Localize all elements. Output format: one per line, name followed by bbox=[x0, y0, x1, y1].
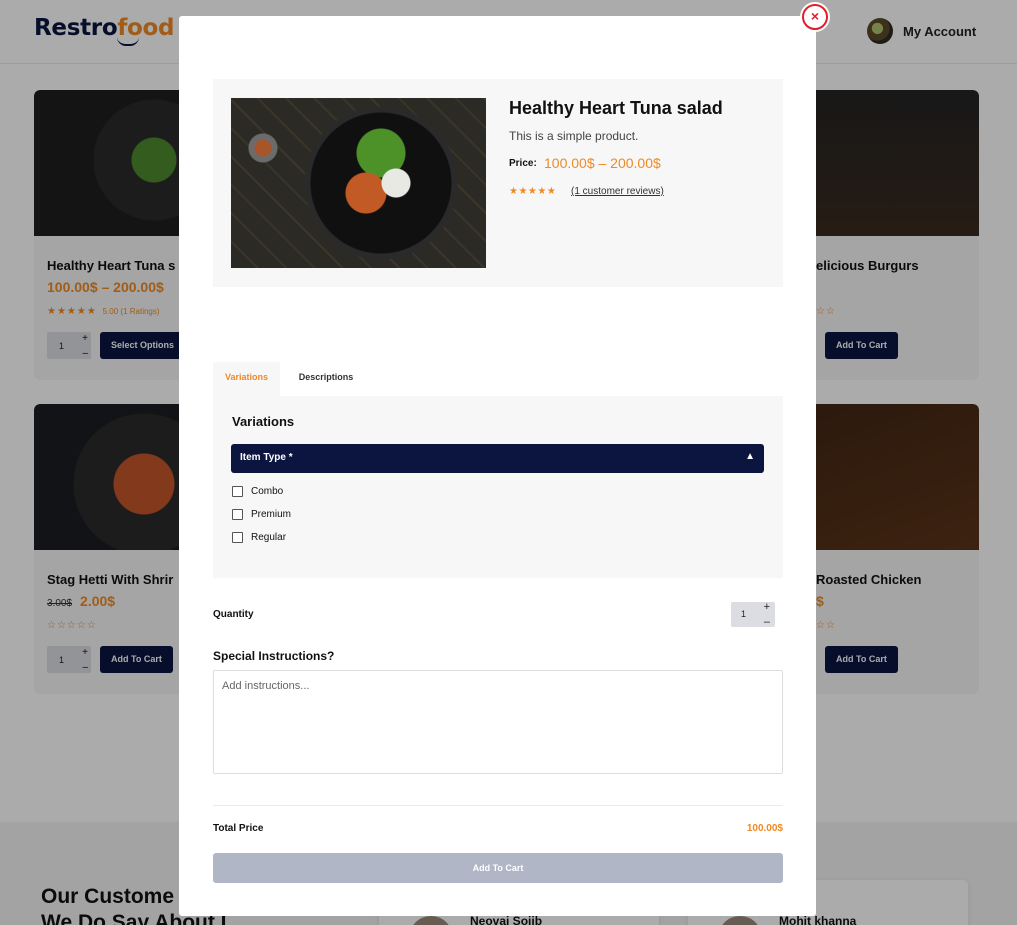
option-premium[interactable]: Premium bbox=[232, 509, 291, 520]
item-type-label: Item Type * bbox=[240, 452, 293, 463]
close-icon[interactable]: × bbox=[802, 4, 828, 30]
quantity-value[interactable]: 1 bbox=[741, 609, 746, 619]
tab-descriptions[interactable]: Descriptions bbox=[289, 362, 363, 396]
chevron-up-icon: ▲ bbox=[745, 451, 755, 462]
price-label: Price: bbox=[509, 158, 537, 169]
checkbox[interactable] bbox=[232, 532, 243, 543]
add-to-cart-button[interactable]: Add To Cart bbox=[213, 853, 783, 883]
total-price-value: 100.00$ bbox=[746, 823, 783, 834]
minus-icon[interactable]: – bbox=[764, 616, 770, 628]
quantity-label: Quantity bbox=[213, 609, 254, 620]
option-label: Premium bbox=[251, 509, 292, 520]
modal-tabs: Variations Descriptions bbox=[213, 362, 783, 396]
special-instructions-label: Special Instructions? bbox=[213, 649, 335, 663]
product-short-description: This is a simple product. bbox=[509, 129, 639, 143]
star-rating-icons: ★★★★★ bbox=[509, 186, 557, 197]
variations-panel: Variations Item Type * ▲ Combo Premium R… bbox=[213, 396, 783, 578]
product-title: Healthy Heart Tuna salad bbox=[509, 98, 723, 118]
plus-icon[interactable]: + bbox=[764, 601, 770, 613]
quick-view-modal: Healthy Heart Tuna salad This is a simpl… bbox=[179, 16, 816, 916]
option-regular[interactable]: Regular bbox=[232, 532, 286, 543]
special-instructions-input[interactable] bbox=[213, 670, 783, 774]
total-price-label: Total Price bbox=[213, 823, 264, 834]
option-label: Combo bbox=[251, 486, 284, 497]
product-image bbox=[231, 98, 486, 268]
option-combo[interactable]: Combo bbox=[232, 486, 283, 497]
customer-reviews-link[interactable]: (1 customer reviews) bbox=[571, 186, 664, 197]
checkbox[interactable] bbox=[232, 486, 243, 497]
option-label: Regular bbox=[251, 532, 287, 543]
tab-variations[interactable]: Variations bbox=[213, 362, 280, 396]
price-value: 100.00$ – 200.00$ bbox=[544, 155, 661, 171]
divider bbox=[213, 805, 783, 806]
checkbox[interactable] bbox=[232, 509, 243, 520]
item-type-accordion[interactable]: Item Type * ▲ bbox=[231, 444, 764, 473]
variations-heading: Variations bbox=[232, 414, 295, 429]
product-summary: Healthy Heart Tuna salad This is a simpl… bbox=[213, 79, 783, 287]
quantity-stepper[interactable]: 1 + – bbox=[731, 601, 775, 628]
